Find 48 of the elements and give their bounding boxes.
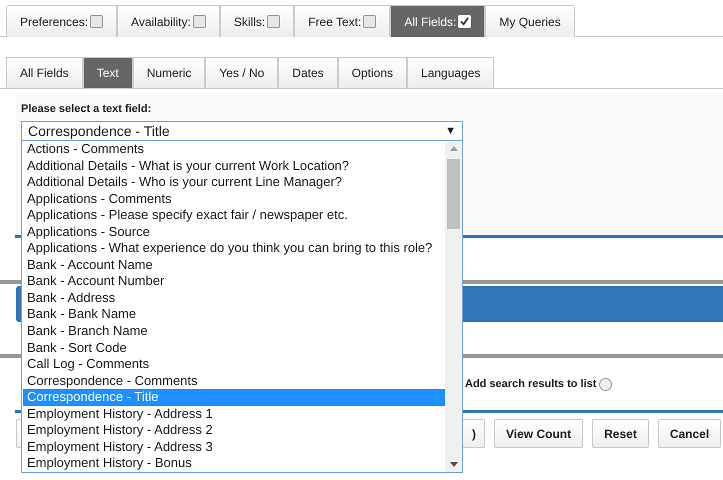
dropdown-option[interactable]: Applications - Comments — [23, 190, 445, 208]
scrollbar[interactable] — [445, 141, 462, 472]
dropdown-option[interactable]: Call Log - Comments — [23, 356, 445, 373]
radio-button[interactable] — [599, 378, 612, 390]
checkbox[interactable] — [192, 15, 206, 28]
action-button[interactable]: View Count — [494, 419, 584, 448]
action-button[interactable]: Reset — [592, 419, 649, 448]
tab[interactable]: All Fields — [6, 57, 83, 88]
dropdown-option[interactable]: Additional Details - What is your current Work Location? — [23, 158, 445, 174]
select-field[interactable]: Correspondence - Title ▼ — [21, 120, 463, 142]
checkbox[interactable] — [90, 15, 104, 28]
dropdown-option[interactable]: Bank - Sort Code — [23, 340, 445, 356]
tab[interactable]: Free Text: — [294, 5, 390, 37]
dropdown-option[interactable]: Bank - Account Name — [23, 256, 445, 274]
dropdown-option[interactable]: Bank - Branch Name — [23, 323, 445, 340]
checkbox[interactable] — [363, 15, 376, 28]
tab[interactable]: Languages — [407, 57, 494, 88]
tab[interactable]: Preferences: — [6, 5, 118, 37]
tab[interactable]: Numeric — [132, 57, 206, 88]
dropdown-option[interactable]: Employment History - Address 2 — [23, 422, 445, 439]
scroll-up-icon[interactable] — [450, 146, 458, 151]
dropdown-option[interactable]: Bank - Account Number — [23, 273, 445, 290]
tab[interactable]: Text — [82, 57, 133, 88]
dropdown-option[interactable]: Applications - Source — [23, 224, 445, 240]
dropdown-option[interactable]: Employment History - Address 1 — [23, 406, 445, 422]
dropdown-option[interactable]: Employment History - Bonus — [23, 455, 445, 472]
field-label: Please select a text field: — [21, 102, 152, 117]
tab[interactable]: Skills: — [220, 5, 294, 37]
tab[interactable]: All Fields: — [390, 5, 486, 37]
dropdown-option[interactable]: Bank - Address — [23, 290, 445, 306]
checkmark-icon — [460, 17, 470, 26]
tab[interactable]: My Queries — [485, 5, 575, 37]
dropdown-option[interactable]: Applications - What experience do you think you can bring to this role? — [23, 240, 445, 257]
dropdown-option[interactable]: Additional Details - Who is your current Line Manager? — [23, 174, 445, 191]
option-label: Add search results to list — [465, 376, 596, 392]
tab[interactable]: Options — [338, 57, 408, 88]
tab[interactable]: Yes / No — [205, 57, 278, 88]
dropdown-option[interactable]: Bank - Bank Name — [23, 306, 445, 324]
checkbox[interactable] — [267, 15, 280, 28]
dropdown-option[interactable]: Correspondence - Comments — [23, 372, 445, 390]
tab[interactable]: Availability: — [117, 5, 220, 37]
action-button[interactable]: Cancel — [658, 419, 722, 448]
scroll-down-icon[interactable] — [450, 462, 458, 467]
scrollbar-thumb[interactable] — [447, 159, 460, 229]
dropdown-option[interactable]: Actions - Comments — [23, 141, 445, 158]
tab[interactable]: Dates — [278, 57, 338, 88]
dropdown-option[interactable]: Applications - Please specify exact fair / newspaper etc. — [23, 207, 445, 224]
dropdown-option[interactable]: Employment History - Address 3 — [23, 438, 445, 456]
